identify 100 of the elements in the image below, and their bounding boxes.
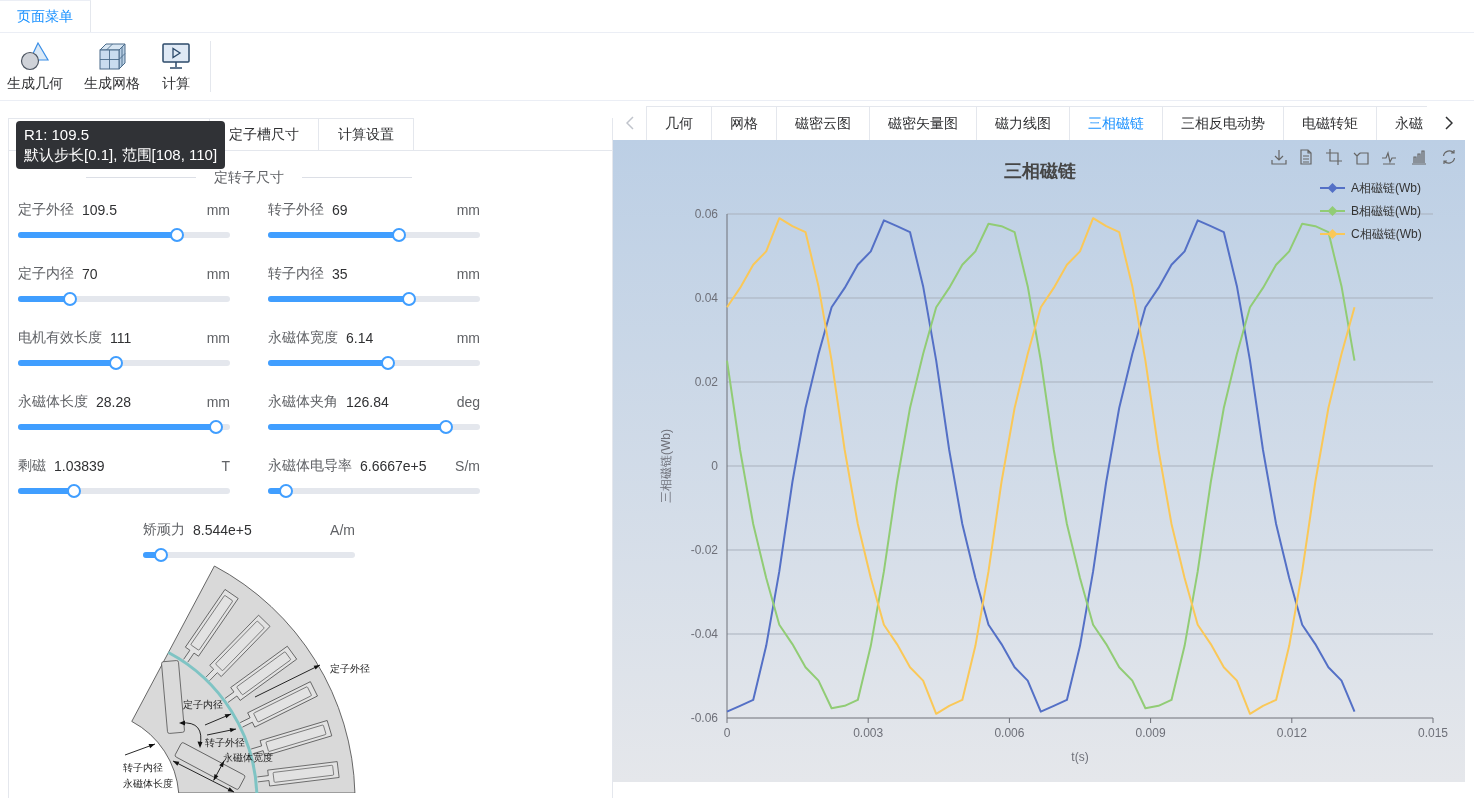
section-title: 定转子尺寸 <box>214 168 284 187</box>
diagram-label: 转子内径 <box>123 762 163 773</box>
slider-label: 剩磁 <box>18 457 46 475</box>
tick-label: 0.012 <box>1276 726 1307 740</box>
slider-label: 定子外径 <box>18 201 74 219</box>
slider-label: 永磁体长度 <box>18 393 88 411</box>
slider-track[interactable] <box>268 424 480 430</box>
slider-label: 永磁体电导率 <box>268 457 352 475</box>
diagram-label: 转子外径 <box>205 737 245 748</box>
tick-label: -0.02 <box>690 543 718 557</box>
axis-label: t(s) <box>1071 750 1089 764</box>
slider-track[interactable] <box>18 296 230 302</box>
legend-marker-icon[interactable] <box>1319 206 1346 216</box>
legend-label[interactable]: C相磁链(Wb) <box>1351 227 1422 241</box>
chevron-right-icon[interactable] <box>1445 116 1453 130</box>
slider-label: 永磁体宽度 <box>268 329 338 347</box>
crop-return-icon[interactable] <box>1353 152 1369 165</box>
slider-label: 矫顽力 <box>143 521 185 539</box>
slider-track[interactable] <box>268 360 480 366</box>
slider-unit: mm <box>456 266 480 282</box>
tick-label: 0.009 <box>1135 726 1166 740</box>
chart-tab[interactable]: 磁密矢量图 <box>869 106 976 140</box>
slider-track[interactable] <box>268 296 480 302</box>
tick-label: 0.003 <box>853 726 884 740</box>
slider-thumb[interactable] <box>381 356 395 370</box>
dimension-arrow <box>254 664 321 698</box>
bar-chart-icon[interactable] <box>1411 150 1427 165</box>
slider-value: 69 <box>332 202 348 218</box>
legend-marker-icon[interactable] <box>1319 229 1346 239</box>
legend-marker-icon[interactable] <box>1319 183 1346 193</box>
slider-value: 1.03839 <box>54 458 105 474</box>
slider-unit: mm <box>456 330 480 346</box>
slider-unit: mm <box>206 394 230 410</box>
crop-icon[interactable] <box>1325 148 1343 166</box>
slider-unit: mm <box>206 266 230 282</box>
slider-thumb[interactable] <box>108 356 123 370</box>
tick-label: -0.04 <box>690 627 718 641</box>
slider-track[interactable] <box>18 488 230 494</box>
slider-thumb[interactable] <box>279 484 293 498</box>
tick-label: 0.04 <box>694 291 718 305</box>
tooltip-title: R1: 109.5 <box>24 125 90 145</box>
tick-label: 0.006 <box>994 726 1025 740</box>
axis-label: 三相磁链(Wb) <box>659 429 673 503</box>
slider-label: 转子内径 <box>268 265 324 283</box>
document-icon[interactable] <box>1300 149 1312 165</box>
legend-label[interactable]: B相磁链(Wb) <box>1351 204 1421 218</box>
slider-track[interactable] <box>268 488 480 494</box>
chart-tab[interactable]: 磁力线图 <box>976 106 1069 140</box>
line-chart-icon[interactable] <box>1381 150 1397 165</box>
slider-label: 电机有效长度 <box>18 329 102 347</box>
slider-value: 109.5 <box>82 202 118 218</box>
slider-unit: mm <box>456 202 480 218</box>
slider-thumb[interactable] <box>66 484 81 498</box>
cube-icon <box>97 41 127 71</box>
tick-label: 0.06 <box>694 207 718 221</box>
slider-track[interactable] <box>18 232 230 238</box>
slider-thumb[interactable] <box>170 228 184 242</box>
slider-track[interactable] <box>143 552 355 558</box>
slider-label: 定子内径 <box>18 265 74 283</box>
slider-unit: deg <box>456 394 480 410</box>
slider-thumb[interactable] <box>62 292 77 306</box>
slider-value: 70 <box>82 266 98 282</box>
slider-thumb[interactable] <box>154 548 168 562</box>
slider-track[interactable] <box>18 360 230 366</box>
slider-thumb[interactable] <box>401 292 416 306</box>
diagram-label: 永磁体长度 <box>123 778 173 789</box>
diagram-label: 永磁体宽度 <box>223 752 273 763</box>
slider-value: 6.14 <box>346 330 374 346</box>
chart-tab[interactable]: 电磁转矩 <box>1283 106 1376 140</box>
slider-value: 28.28 <box>96 394 132 410</box>
download-icon[interactable] <box>1271 149 1287 165</box>
slider-thumb[interactable] <box>439 420 454 434</box>
diagram-label: 定子内径 <box>183 699 223 710</box>
legend-label[interactable]: A相磁链(Wb) <box>1351 181 1421 195</box>
chart-tab[interactable]: 网格 <box>711 106 776 140</box>
slider-label: 永磁体夹角 <box>268 393 338 411</box>
tick-label: 0 <box>723 726 731 740</box>
chart-tab[interactable]: 三相反电动势 <box>1162 106 1283 140</box>
toolbar-button[interactable]: 生成网格 <box>82 41 142 93</box>
slider-label: 转子外径 <box>268 201 324 219</box>
slider-track[interactable] <box>268 232 480 238</box>
slider-unit: S/m <box>455 458 480 474</box>
chart-tab[interactable]: 永磁 <box>1376 106 1427 140</box>
diagram-label: 定子外径 <box>330 663 370 674</box>
slider-value: 126.84 <box>346 394 389 410</box>
toolbar-button[interactable]: 计算 <box>159 41 193 93</box>
angle-arrow <box>179 720 203 748</box>
slider-thumb[interactable] <box>209 420 223 434</box>
dimension-arrow <box>124 743 156 756</box>
chart-tab[interactable]: 几何 <box>646 106 711 140</box>
tick-label: 0.02 <box>694 375 718 389</box>
slider-thumb[interactable] <box>392 228 407 242</box>
slider-unit: T <box>221 458 230 474</box>
shapes-icon <box>20 41 50 71</box>
toolbar-button[interactable]: 生成几何 <box>5 41 65 93</box>
tick-label: 0 <box>711 459 718 473</box>
refresh-icon[interactable] <box>1442 149 1456 165</box>
panel-tab[interactable]: 计算设置 <box>319 118 414 150</box>
chart-tab[interactable]: 磁密云图 <box>776 106 869 140</box>
slider-unit: mm <box>206 202 230 218</box>
